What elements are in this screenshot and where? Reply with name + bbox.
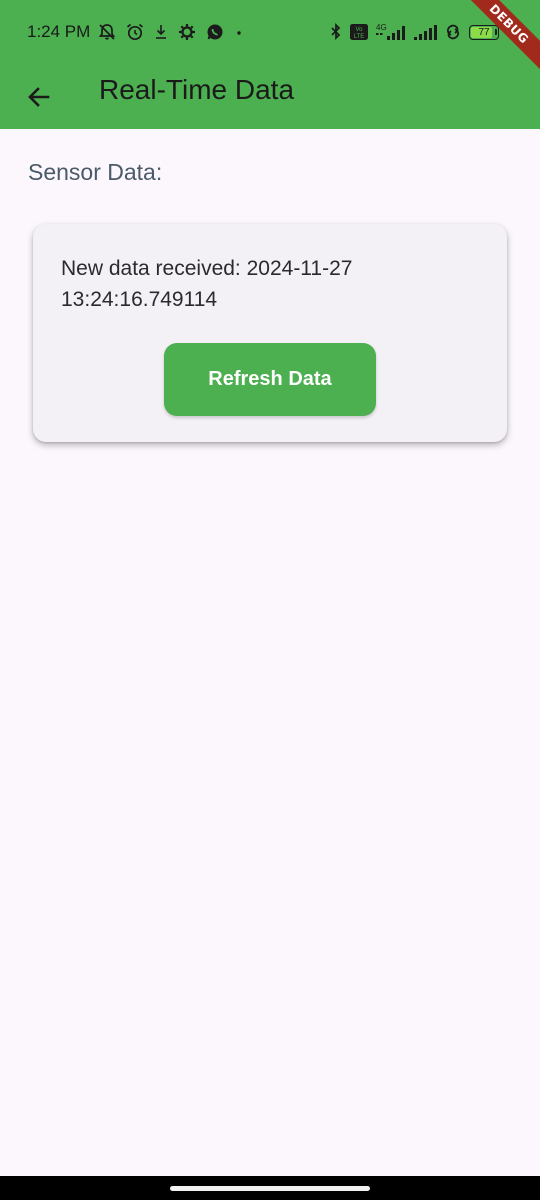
alarm-icon: [125, 22, 145, 42]
page-title: Real-Time Data: [99, 74, 295, 105]
bluetooth-icon: [329, 22, 343, 42]
download-icon: [153, 22, 169, 42]
settings-icon: [177, 22, 197, 42]
whatsapp-icon: [205, 22, 225, 42]
arrow-back-icon: [26, 84, 52, 110]
section-label: Sensor Data:: [28, 159, 163, 185]
signal-4g-icon: 4G: [375, 22, 407, 42]
svg-text:Vo: Vo: [355, 27, 363, 33]
back-button[interactable]: [15, 73, 63, 121]
dot-icon: [233, 22, 245, 42]
svg-text:LTE: LTE: [354, 34, 365, 40]
navigation-bar: [0, 1176, 540, 1200]
app-bar: Real-Time Data: [0, 64, 540, 129]
home-indicator[interactable]: [170, 1186, 370, 1191]
status-bar: 1:24 PM Vo LTE 4G 77: [0, 0, 540, 64]
svg-text:4G: 4G: [376, 23, 387, 32]
battery-icon: 77: [469, 24, 499, 40]
app-header: 1:24 PM Vo LTE 4G 77 Real-Time Data DEBU…: [0, 0, 540, 129]
sensor-data-card: New data received: 2024-11-27 13:24:16.7…: [33, 224, 507, 442]
battery-level: 77: [478, 26, 490, 38]
data-message: New data received: 2024-11-27 13:24:16.7…: [61, 257, 353, 311]
status-right-icons: Vo LTE 4G 77: [329, 21, 499, 43]
signal-icon: [413, 22, 437, 42]
status-time: 1:24 PM: [27, 22, 91, 41]
hotspot-icon: [443, 22, 463, 42]
volte-icon: Vo LTE: [349, 23, 369, 41]
mute-icon: [97, 22, 117, 42]
refresh-data-button[interactable]: Refresh Data: [164, 343, 376, 416]
status-left-icons: [97, 21, 245, 43]
